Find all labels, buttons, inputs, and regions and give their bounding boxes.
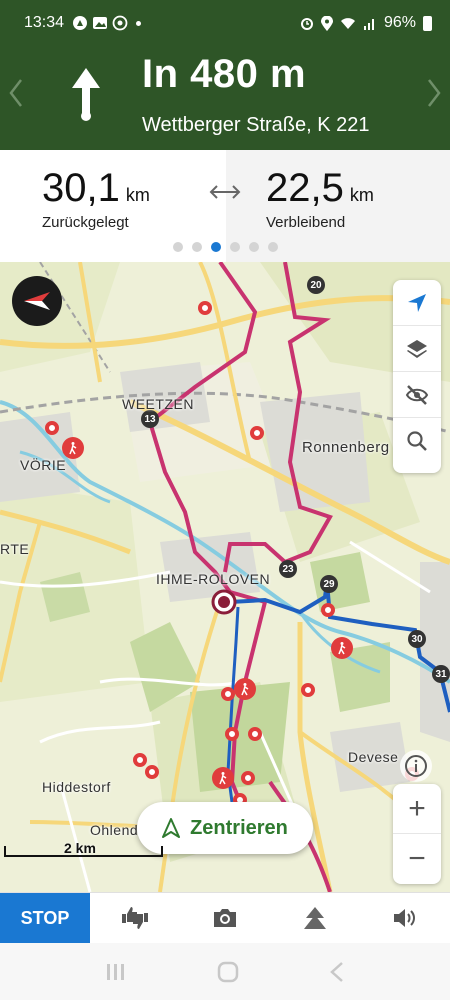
follow-location-button[interactable] [393, 280, 441, 326]
place-label: Ohlend [90, 822, 139, 838]
route-marker[interactable]: 23 [279, 560, 297, 578]
wifi-icon [340, 18, 355, 29]
navigate-icon [408, 293, 426, 312]
terrain-icon [304, 907, 326, 929]
hiking-poi-icon[interactable] [335, 641, 349, 655]
visibility-off-icon [405, 384, 429, 405]
rate-button[interactable] [90, 893, 180, 943]
navigation-arrow-icon [162, 818, 181, 838]
compass-button[interactable] [12, 276, 62, 326]
place-label: VÖRIE [20, 457, 67, 473]
layers-icon [407, 339, 427, 358]
hiking-poi-icon[interactable] [238, 682, 252, 696]
map-info-button[interactable] [400, 750, 432, 782]
straight-arrow-icon [72, 68, 100, 121]
route-marker[interactable]: 20 [307, 276, 325, 294]
travelled-unit: km [125, 185, 150, 205]
location-icon [320, 15, 333, 31]
search-icon [407, 431, 427, 451]
travelled-label: Zurückgelegt [42, 214, 129, 231]
stop-navigation-button[interactable]: STOP [0, 893, 90, 944]
maneuver-street: Wettberger Straße, K 221 [142, 114, 370, 136]
info-icon [405, 755, 427, 777]
image-icon [93, 17, 108, 29]
search-button[interactable] [393, 418, 441, 464]
recent-apps-icon[interactable] [105, 962, 127, 982]
whatsapp-icon [112, 15, 128, 31]
remaining-unit: km [349, 185, 374, 205]
camera-button[interactable] [180, 893, 270, 943]
travelled-value: 30,1 km [42, 166, 150, 210]
swap-arrows-icon [209, 185, 241, 199]
route-marker[interactable]: 30 [408, 630, 426, 648]
place-label: Ronnenberg [302, 439, 390, 456]
compass-icon [24, 292, 50, 310]
hiking-poi-icon[interactable] [66, 441, 80, 455]
center-map-label: Zentrieren [190, 816, 288, 839]
bottom-toolbar: STOP [0, 892, 450, 944]
previous-instruction-icon[interactable] [8, 78, 24, 108]
zoom-controls: + − [393, 784, 441, 884]
place-label: RTE [0, 541, 30, 557]
zoom-out-button[interactable]: − [393, 834, 441, 884]
next-instruction-icon[interactable] [426, 78, 442, 108]
place-label: WEETZEN [122, 396, 194, 412]
page-dot [248, 242, 259, 252]
route-marker[interactable]: 31 [432, 665, 450, 683]
stats-page-indicator[interactable] [0, 242, 450, 252]
map-control-stack [393, 280, 441, 473]
page-dot [267, 242, 278, 252]
battery-percent: 96% [383, 14, 416, 31]
volume-icon [394, 909, 415, 927]
alarm-icon [300, 18, 313, 30]
camera-icon [214, 909, 236, 927]
map-scale-label: 2 km [64, 840, 96, 856]
page-dot [229, 242, 240, 252]
terrain-button[interactable] [270, 893, 360, 943]
volume-button[interactable] [360, 893, 450, 943]
hiking-poi-icon[interactable] [216, 771, 230, 785]
layers-button[interactable] [393, 326, 441, 372]
page-dot-active [210, 242, 221, 252]
place-label: Hiddestorf [42, 779, 111, 795]
trip-stats[interactable]: 30,1 km Zurückgelegt 22,5 km Verbleibend [0, 150, 450, 262]
page-dot [172, 242, 183, 252]
system-navigation-bar [0, 943, 450, 1000]
place-label: Devese [348, 749, 399, 765]
place-label: IHME-ROLOVEN [156, 571, 271, 587]
zoom-in-button[interactable]: + [393, 784, 441, 834]
route-marker[interactable]: 29 [320, 575, 338, 593]
remaining-value: 22,5 km [266, 166, 374, 210]
status-bar: 13:34 96% [0, 0, 450, 46]
navigation-header: 13:34 96% In 480 m Wettberger Straße, K … [0, 0, 450, 150]
thumbs-up-down-icon [122, 907, 148, 929]
maneuver-distance: In 480 m [142, 52, 307, 96]
visibility-toggle-button[interactable] [393, 372, 441, 418]
page-dot [191, 242, 202, 252]
home-icon[interactable] [217, 961, 239, 983]
signal-icon [363, 19, 374, 30]
notification-app-icon [73, 16, 88, 30]
notification-dot [136, 20, 142, 26]
map-view[interactable]: 13 20 23 29 30 31 WEETZEN Ronnenberg VÖR… [0, 262, 450, 892]
remaining-label: Verbleibend [266, 214, 346, 231]
back-icon[interactable] [329, 961, 345, 983]
route-marker[interactable]: 13 [141, 410, 159, 428]
battery-icon [423, 15, 432, 31]
status-time: 13:34 [24, 14, 65, 31]
